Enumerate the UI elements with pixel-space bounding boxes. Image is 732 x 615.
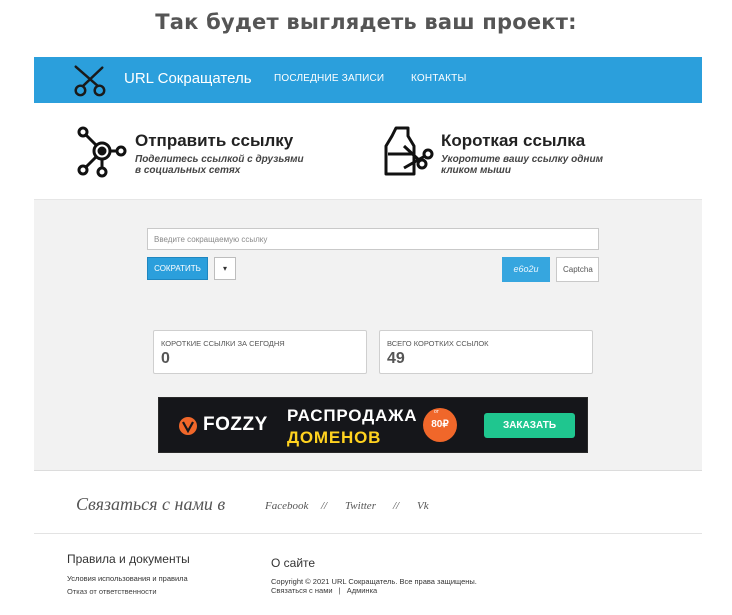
footer-links-row: Связаться с нами | Админка [271,586,377,595]
features-section: Отправить ссылку Поделитесь ссылкой с др… [34,103,702,199]
options-dropdown-button[interactable]: ▾ [214,257,236,280]
share-network-icon [77,126,127,178]
footer-pipe: | [338,586,341,595]
url-input[interactable] [147,228,599,250]
banner-subheadline: ДОМЕНОВ [287,428,382,447]
captcha-input[interactable] [556,257,599,282]
social-link-twitter[interactable]: Twitter [345,500,376,512]
stat-total: ВСЕГО КОРОТКИХ ССЫЛОК 49 [379,330,593,374]
footer-link-admin[interactable]: Админка [347,586,377,595]
banner-headline: РАСПРОДАЖА [287,406,418,425]
footer: Правила и документы Условия использовани… [34,535,702,615]
feature-desc-send-line2: в социальных сетях [135,165,241,176]
fozzy-logo-icon [179,417,197,435]
nav-link-recent-posts[interactable]: ПОСЛЕДНИЕ ЗАПИСИ [274,73,384,84]
stat-total-label: ВСЕГО КОРОТКИХ ССЫЛОК [387,339,489,348]
site-preview: URL Сокращатель ПОСЛЕДНИЕ ЗАПИСИ КОНТАКТ… [34,57,702,615]
stat-total-value: 49 [387,350,405,367]
shortener-section: СОКРАТИТЬ ▾ e6o2u КОРОТКИЕ ССЫЛКИ ЗА СЕГ… [34,199,702,471]
shorten-button[interactable]: СОКРАТИТЬ [147,257,208,280]
navbar: URL Сокращатель ПОСЛЕДНИЕ ЗАПИСИ КОНТАКТ… [34,57,702,103]
captcha-image: e6o2u [502,257,550,282]
banner-logo-text: FOZZY [203,414,268,435]
social-separator: // [393,500,400,512]
cut-link-icon [384,126,434,176]
footer-link-disclaimer[interactable]: Отказ от ответственности [67,587,157,596]
stat-today-label: КОРОТКИЕ ССЫЛКИ ЗА СЕГОДНЯ [161,339,285,348]
ad-banner[interactable]: FOZZY РАСПРОДАЖА ДОМЕНОВ 80₽ от ЗАКАЗАТЬ [158,397,588,453]
stat-today-value: 0 [161,350,170,367]
social-heading: Связаться с нами в [76,494,226,514]
feature-title-send: Отправить ссылку [135,131,294,150]
banner-order-button[interactable]: ЗАКАЗАТЬ [484,413,575,438]
footer-link-terms[interactable]: Условия использования и правила [67,574,188,583]
social-section: Связаться с нами в Facebook // Twitter /… [34,471,702,534]
social-link-vk[interactable]: Vk [417,500,429,512]
footer-link-contact[interactable]: Связаться с нами [271,586,333,595]
feature-title-short: Короткая ссылка [441,131,586,150]
footer-copyright: Copyright © 2021 URL Сокращатель. Все пр… [271,577,477,586]
chevron-down-icon: ▾ [222,264,227,273]
nav-link-contacts[interactable]: КОНТАКТЫ [411,73,467,84]
page-headline: Так будет выглядеть ваш проект: [155,10,577,34]
banner-price-badge: 80₽ [423,408,457,442]
social-link-facebook[interactable]: Facebook [265,500,308,512]
feature-desc-short-line1: Укоротите вашу ссылку одним [441,154,603,165]
feature-desc-send-line1: Поделитесь ссылкой с друзьями [135,154,304,165]
feature-desc-short-line2: кликом мыши [441,165,511,176]
footer-about-title: О сайте [271,556,316,570]
stat-today: КОРОТКИЕ ССЫЛКИ ЗА СЕГОДНЯ 0 [153,330,367,374]
footer-docs-title: Правила и документы [67,552,190,566]
social-separator: // [321,500,328,512]
brand-link[interactable]: URL Сокращатель [124,70,252,87]
scissors-icon[interactable] [70,61,108,99]
banner-price-prefix: от [434,409,439,415]
